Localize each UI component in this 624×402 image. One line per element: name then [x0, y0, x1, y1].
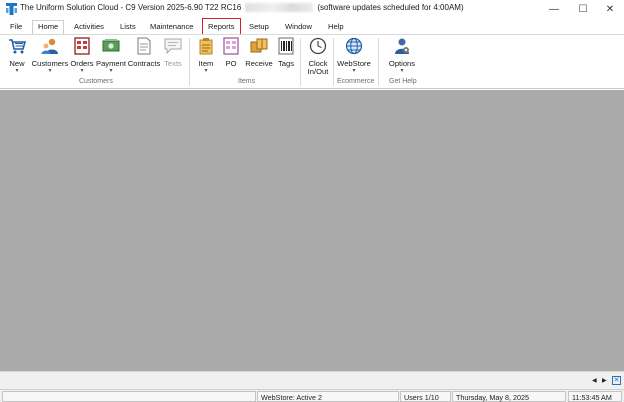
group-separator	[300, 38, 301, 86]
menu-lists[interactable]: Lists	[118, 20, 138, 34]
item-button[interactable]: Item ▾	[195, 37, 217, 79]
menu-maintenance[interactable]: Maintenance	[148, 20, 195, 34]
chevron-down-icon: ▾	[352, 68, 356, 74]
group-label-customers: Customers	[79, 78, 113, 85]
receive-label: Receive	[245, 59, 273, 68]
webstore-button[interactable]: WebStore ▾	[336, 37, 372, 79]
tags-icon	[278, 37, 294, 55]
new-label: New	[9, 59, 25, 68]
chevron-down-icon: ▾	[80, 68, 84, 74]
menu-help[interactable]: Help	[326, 20, 346, 34]
payment-label: Payment	[96, 59, 126, 68]
customers-button[interactable]: Customers ▾	[30, 37, 70, 79]
nav-prev-icon[interactable]: ◀	[592, 377, 597, 384]
menu-activities[interactable]: Activities	[72, 20, 106, 34]
window-title-main: The Uniform Solution Cloud - C9 Version …	[20, 3, 242, 12]
maximize-icon: ☐	[578, 3, 588, 15]
document-tab-strip: ◀ ▶ ✕	[0, 371, 624, 389]
cart-icon	[9, 39, 26, 54]
close-button[interactable]: ✕	[597, 0, 623, 18]
new-button[interactable]: New ▾	[5, 37, 29, 79]
window-title: The Uniform Solution Cloud - C9 Version …	[20, 3, 464, 12]
contracts-icon	[137, 37, 151, 55]
receive-button[interactable]: Receive	[244, 37, 274, 79]
status-bar: WebStore: Active 2 Users 1/10 Thursday, …	[0, 389, 624, 402]
minimize-icon: —	[549, 3, 559, 15]
status-panel-empty	[2, 391, 256, 402]
close-icon: ✕	[605, 3, 615, 15]
item-icon	[199, 38, 213, 55]
po-label: PO	[225, 59, 237, 68]
minimize-button[interactable]: —	[541, 0, 567, 18]
contracts-button[interactable]: Contracts	[127, 37, 161, 79]
tags-button[interactable]: Tags	[276, 37, 296, 79]
chevron-down-icon: ▾	[48, 68, 52, 74]
app-logo-icon	[6, 3, 17, 15]
status-users: Users 1/10	[400, 391, 451, 402]
group-label-get-help: Get Help	[389, 78, 417, 85]
nav-next-icon[interactable]: ▶	[602, 377, 607, 384]
payment-button[interactable]: Payment ▾	[96, 37, 126, 79]
group-separator	[378, 38, 379, 86]
payment-icon	[102, 39, 120, 52]
item-label: Item	[198, 59, 214, 68]
clock-label-line2: In/Out	[307, 67, 329, 76]
menu-reports[interactable]: Reports	[202, 18, 241, 36]
clock-in-out-button[interactable]: Clock In/Out	[305, 37, 331, 79]
status-date: Thursday, May 8, 2025	[452, 391, 566, 402]
window-title-suffix: (software updates scheduled for 4:00AM)	[317, 3, 464, 12]
options-icon	[395, 38, 409, 54]
texts-icon	[164, 38, 182, 55]
customers-icon	[41, 38, 58, 54]
group-separator	[333, 38, 334, 86]
menu-home[interactable]: Home	[32, 20, 65, 34]
menu-setup[interactable]: Setup	[247, 20, 271, 34]
title-bar: The Uniform Solution Cloud - C9 Version …	[0, 0, 624, 18]
redacted-company-name	[245, 3, 314, 12]
group-label-items: Items	[238, 78, 256, 85]
texts-button[interactable]: Texts	[162, 37, 184, 79]
mdi-workspace	[0, 90, 624, 371]
menu-file[interactable]: File	[8, 20, 24, 34]
close-document-icon[interactable]: ✕	[612, 376, 621, 385]
maximize-button[interactable]: ☐	[570, 0, 596, 18]
po-button[interactable]: PO	[221, 37, 241, 79]
group-separator	[189, 38, 190, 86]
ribbon: New ▾ Customers ▾ Orders ▾ Payment ▾ Con…	[0, 34, 624, 89]
clock-icon	[309, 37, 327, 55]
chevron-down-icon: ▾	[109, 68, 113, 74]
customers-label: Customers	[31, 59, 69, 68]
texts-label: Texts	[164, 59, 182, 68]
orders-icon	[74, 37, 90, 55]
po-icon	[223, 37, 239, 55]
chevron-down-icon: ▾	[15, 68, 19, 74]
status-time: 11:53:45 AM	[568, 391, 622, 402]
orders-button[interactable]: Orders ▾	[70, 37, 94, 79]
menu-window[interactable]: Window	[283, 20, 314, 34]
tags-label: Tags	[277, 59, 295, 68]
globe-icon	[345, 37, 363, 55]
options-button[interactable]: Options ▾	[386, 37, 418, 79]
webstore-label: WebStore	[337, 59, 371, 68]
status-webstore: WebStore: Active 2	[257, 391, 399, 402]
group-label-ecommerce: Ecommerce	[337, 78, 375, 85]
options-label: Options	[388, 59, 416, 68]
chevron-down-icon: ▾	[400, 68, 404, 74]
contracts-label: Contracts	[127, 59, 161, 68]
menu-bar: File Home Activities Lists Maintenance R…	[0, 18, 624, 36]
receive-icon	[250, 38, 268, 53]
chevron-down-icon: ▾	[204, 68, 208, 74]
orders-label: Orders	[70, 59, 94, 68]
